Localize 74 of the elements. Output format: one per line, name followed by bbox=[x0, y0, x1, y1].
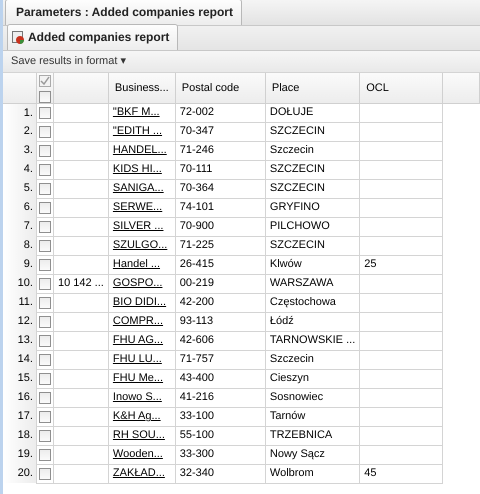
column-header[interactable]: Place bbox=[265, 73, 360, 103]
table-cell: GRYFINO bbox=[270, 201, 320, 214]
row-number: 1. bbox=[3, 103, 36, 122]
table-cell: 33-300 bbox=[180, 448, 214, 460]
row-checkbox[interactable] bbox=[38, 126, 51, 138]
row-checkbox[interactable] bbox=[38, 354, 51, 366]
table-cell: TARNOWSKIE ... bbox=[270, 334, 356, 346]
row-checkbox[interactable] bbox=[38, 316, 51, 328]
table-cell: SZCZECIN bbox=[270, 182, 325, 194]
table-cell: 72-002 bbox=[180, 106, 214, 118]
table-cell: 45 bbox=[364, 467, 376, 480]
table-cell: 93-113 bbox=[180, 315, 214, 328]
table-cell: 00-219 bbox=[180, 277, 214, 290]
table-cell: 25 bbox=[364, 258, 376, 270]
table-cell: Sosnowiec bbox=[270, 391, 324, 404]
table-cell: SZCZECIN bbox=[270, 163, 325, 176]
table-cell: Cieszyn bbox=[270, 372, 310, 384]
report-icon bbox=[12, 30, 25, 44]
table-cell: 32-340 bbox=[180, 467, 214, 480]
row-checkbox[interactable] bbox=[38, 448, 51, 460]
column-header[interactable]: Business... bbox=[108, 73, 176, 103]
tab[interactable]: Parameters : Added companies report bbox=[5, 0, 242, 25]
row-checkbox[interactable] bbox=[38, 182, 51, 194]
table-cell: 42-200 bbox=[180, 296, 214, 308]
table-cell: Tarnów bbox=[270, 410, 306, 422]
table-cell: Nowy Sącz bbox=[270, 448, 325, 460]
row-checkbox[interactable] bbox=[38, 164, 51, 176]
row-checkbox[interactable] bbox=[38, 220, 51, 232]
row-checkbox[interactable] bbox=[38, 334, 51, 346]
table-cell: SZCZECIN bbox=[270, 239, 325, 252]
table-cell: DOŁUJE bbox=[270, 106, 314, 118]
table-cell: 55-100 bbox=[180, 429, 214, 442]
table-cell: TRZEBNICA bbox=[270, 429, 332, 442]
table-cell: 43-400 bbox=[180, 372, 214, 384]
check-icon bbox=[38, 75, 51, 88]
table-cell: WARSZAWA bbox=[270, 277, 334, 290]
row-checkbox[interactable] bbox=[38, 468, 51, 480]
select-all-checkbox[interactable] bbox=[38, 90, 51, 102]
table-cell: 70-111 bbox=[180, 163, 212, 176]
row-checkbox[interactable] bbox=[38, 240, 51, 252]
row-checkbox[interactable] bbox=[38, 372, 51, 384]
row-checkbox[interactable] bbox=[38, 106, 51, 118]
table-cell: Klwów bbox=[270, 258, 302, 270]
table-cell: 71-757 bbox=[180, 353, 214, 366]
row-checkbox[interactable] bbox=[38, 392, 51, 404]
table-cell: 71-225 bbox=[180, 239, 214, 252]
table-cell: Szczecin bbox=[270, 353, 314, 366]
table-cell: Częstochowa bbox=[270, 296, 336, 308]
table-cell: 70-347 bbox=[180, 125, 214, 138]
row-checkbox[interactable] bbox=[38, 202, 51, 214]
table-cell: 71-246 bbox=[180, 144, 214, 156]
table-cell: Szczecin bbox=[270, 144, 314, 156]
table-cell: 70-900 bbox=[180, 220, 214, 232]
row-checkbox[interactable] bbox=[38, 430, 51, 442]
row-checkbox[interactable] bbox=[38, 258, 51, 270]
table-cell: 10 142 ... bbox=[58, 277, 104, 290]
save-format-menu[interactable]: Save results in format ▾ bbox=[11, 53, 126, 70]
table-cell: 33-100 bbox=[180, 410, 214, 422]
row-checkbox[interactable] bbox=[38, 144, 51, 156]
column-header[interactable]: OCL bbox=[360, 73, 443, 103]
row-checkbox[interactable] bbox=[38, 278, 51, 290]
table-cell: 70-364 bbox=[180, 182, 214, 194]
table-cell: 42-606 bbox=[180, 334, 214, 346]
table-cell: SZCZECIN bbox=[270, 125, 325, 138]
table-cell: PILCHOWO bbox=[270, 220, 330, 232]
table-cell: 74-101 bbox=[180, 201, 214, 214]
table-cell: Łódź bbox=[270, 315, 294, 328]
row-checkbox[interactable] bbox=[38, 410, 51, 422]
row-checkbox[interactable] bbox=[38, 296, 51, 308]
table-cell: 26-415 bbox=[180, 258, 214, 270]
table-cell: 41-216 bbox=[180, 391, 214, 404]
column-header[interactable]: Postal code bbox=[175, 73, 266, 103]
table-cell: Wolbrom bbox=[270, 467, 314, 480]
tab[interactable]: Added companies report bbox=[7, 24, 178, 50]
